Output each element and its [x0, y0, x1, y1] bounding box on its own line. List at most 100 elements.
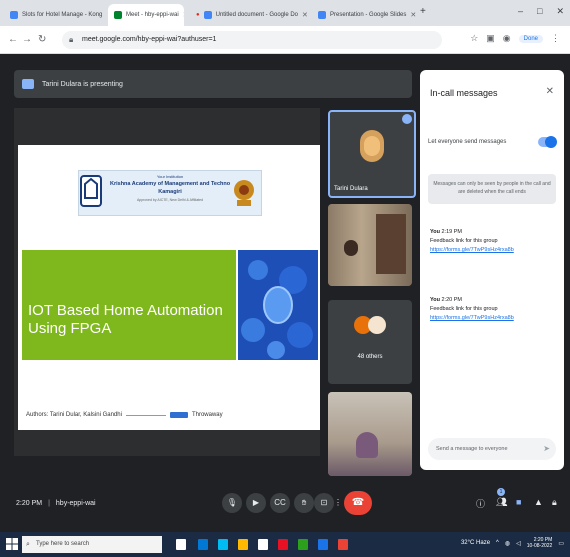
camera-button[interactable]: ▶ — [246, 493, 266, 513]
tab-title: Slots for Hotel Manage - Kong — [22, 12, 103, 18]
send-icon[interactable]: ➤ — [543, 438, 550, 460]
message-text: Feedback link for this group — [430, 306, 498, 312]
app-icon[interactable] — [338, 539, 348, 550]
search-placeholder: Type here to search — [36, 541, 90, 547]
others-count: 48 others — [357, 354, 383, 360]
participant-tile[interactable]: Tarini Dulara — [328, 110, 416, 198]
participant-count-badge: 1 — [497, 488, 505, 496]
profile-avatar-icon[interactable]: ◉ — [503, 33, 511, 44]
present-button[interactable]: ⊡ — [314, 493, 334, 513]
back-arrow-icon[interactable]: ← — [8, 34, 18, 45]
close-window-button[interactable]: ✕ — [556, 6, 564, 17]
slide-authors: Authors: Tarini Dular, Kalsini Gandhi Th… — [26, 412, 316, 418]
taskbar-clock[interactable]: 2:20 PM 10-08-2022 — [527, 537, 553, 549]
profile-button[interactable]: Done — [518, 34, 543, 43]
file-explorer-icon[interactable] — [198, 539, 208, 550]
chrome-icon[interactable] — [318, 539, 328, 550]
toggle-label: Let everyone send messages — [428, 139, 507, 145]
url-text: meet.google.com/hby-eppi-wai?authuser=1 — [82, 36, 217, 43]
message-sender: You — [430, 229, 440, 235]
mail-icon[interactable] — [258, 539, 268, 550]
weather-text[interactable]: 32°C Haze — [461, 540, 490, 546]
close-icon[interactable]: ✕ — [302, 11, 308, 19]
participant-tile[interactable] — [328, 204, 412, 286]
extensions-icon[interactable]: ▣ — [486, 33, 495, 44]
star-icon[interactable]: ☆ — [470, 33, 478, 44]
institute-name: Krishna Academy of Management and Techno… — [110, 181, 230, 187]
store-icon[interactable] — [238, 539, 248, 550]
activities-icon[interactable]: ▲ — [534, 497, 543, 507]
new-tab-button[interactable]: + — [420, 6, 426, 17]
meeting-code: hby-eppi-wai — [55, 500, 96, 507]
windows-start-icon[interactable] — [6, 538, 18, 550]
institute-city: Kamagiri — [158, 189, 182, 195]
message-link[interactable]: https://forms.gle/7TwP9sHz4rxa8b — [430, 314, 554, 323]
institute-logo-left — [80, 175, 102, 207]
browser-tab-active[interactable]: Meet - hby-eppi-wai ✕ — [108, 4, 184, 26]
slide-trailing-text: Throwaway — [191, 412, 223, 418]
slides-favicon-icon — [318, 11, 326, 19]
more-options-icon[interactable]: ⋮ — [332, 493, 344, 513]
others-tile[interactable]: 48 others — [328, 300, 412, 384]
system-tray: 32°C Haze ^ ◍ ◁ 2:20 PM 10-08-2022 ▭ — [461, 537, 564, 549]
chat-message: You 2:20 PM Feedback link for this group… — [430, 296, 554, 323]
avatar-face — [364, 136, 380, 156]
network-icon[interactable]: ◍ — [505, 540, 510, 547]
chat-input-placeholder: Send a message to everyone — [436, 446, 508, 452]
raise-hand-button[interactable]: ✋︎ — [294, 493, 314, 513]
close-icon[interactable]: ✕ — [546, 86, 554, 97]
presenting-text: Tarini Dulara is presenting — [42, 80, 123, 88]
excel-icon[interactable] — [298, 539, 308, 550]
minimize-button[interactable]: – — [518, 6, 523, 17]
chat-notice: Messages can only be seen by people in t… — [428, 174, 556, 204]
message-sender: You — [430, 297, 440, 303]
host-controls-icon[interactable]: 🔒︎ — [552, 497, 557, 508]
end-call-button[interactable]: ☎︎ — [344, 491, 372, 515]
chat-icon[interactable]: ■ — [516, 497, 521, 507]
url-input[interactable]: 🔒︎ meet.google.com/hby-eppi-wai?authuser… — [62, 31, 442, 49]
speaking-indicator-icon — [402, 114, 412, 124]
reload-icon[interactable]: ↻ — [38, 34, 46, 45]
notifications-icon[interactable]: ▭ — [558, 540, 564, 547]
captions-button[interactable]: CC — [270, 493, 290, 513]
slide-image — [238, 250, 318, 360]
window-controls: – □ ✕ — [518, 6, 564, 17]
other-participant-avatar — [368, 316, 386, 334]
send-messages-toggle[interactable] — [538, 136, 557, 148]
volume-icon[interactable]: ◁ — [516, 540, 521, 547]
windows-taskbar: ⌕ Type here to search 32°C Haze ^ ◍ ◁ 2:… — [0, 532, 570, 557]
message-link[interactable]: https://forms.gle/7TwP9sHz4rxa8b — [430, 246, 554, 255]
info-icon[interactable]: ⓘ — [476, 497, 485, 510]
institute-affiliation: Approved by AICTE, New Delhi & Affiliate… — [136, 198, 204, 202]
maximize-button[interactable]: □ — [537, 6, 542, 17]
forward-arrow-icon[interactable]: → — [22, 34, 32, 45]
browser-tab[interactable]: Presentation - Google Slides ✕ — [312, 4, 416, 26]
message-time: 2:20 PM — [441, 297, 462, 303]
tab-favicon — [10, 11, 18, 19]
meeting-info: 2:20 PM | hby-eppi-wai — [16, 500, 96, 507]
participant-tile[interactable] — [328, 392, 412, 476]
slide-title: IOT Based Home Automation Using FPGA — [28, 302, 223, 337]
browser-tab[interactable]: Slots for Hotel Manage - Kong ✕ — [4, 4, 104, 26]
office-icon[interactable] — [278, 539, 288, 550]
microphone-button[interactable]: 🎙︎ — [222, 493, 242, 513]
taskbar-search-input[interactable]: ⌕ Type here to search — [22, 536, 162, 553]
close-icon[interactable]: ✕ — [183, 11, 184, 19]
docs-favicon-icon — [203, 11, 212, 19]
participant-body — [356, 432, 378, 458]
tray-chevron-icon[interactable]: ^ — [496, 540, 499, 546]
edge-icon[interactable] — [218, 539, 228, 550]
browser-right-controls: ☆ ▣ ◉ Done ⋮ — [470, 33, 560, 44]
chat-title: In-call messages — [430, 88, 498, 98]
people-icon[interactable]: 👥︎ — [496, 497, 507, 508]
participant-name: Tarini Dulara — [334, 186, 368, 192]
browser-tab[interactable]: ● Untitled document - Google Do ✕ — [190, 4, 310, 26]
blue-abstract-image — [238, 250, 318, 360]
close-icon[interactable]: ✕ — [410, 11, 416, 19]
message-text: Feedback link for this group — [430, 238, 498, 244]
chat-permission-row: Let everyone send messages — [428, 132, 557, 152]
chat-message-input[interactable]: Send a message to everyone ➤ — [428, 438, 556, 460]
task-view-icon[interactable] — [176, 539, 186, 550]
more-menu-icon[interactable]: ⋮ — [551, 33, 560, 44]
divider-line — [125, 414, 166, 416]
